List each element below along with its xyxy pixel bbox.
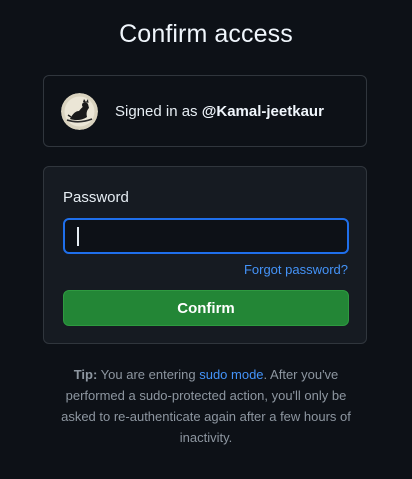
avatar xyxy=(61,92,98,130)
password-input[interactable] xyxy=(63,218,349,254)
page-title: Confirm access xyxy=(119,20,293,48)
tip-label: Tip: xyxy=(73,367,98,382)
username: @Kamal-jeetkaur xyxy=(201,102,324,120)
signed-in-card: Signed in as @Kamal-jeetkaur xyxy=(43,75,367,147)
signed-in-text: Signed in as @Kamal-jeetkaur xyxy=(115,103,324,120)
avatar-icon xyxy=(61,92,98,130)
password-form: Password Forgot password? Confirm xyxy=(43,166,367,344)
forgot-password-link[interactable]: Forgot password? xyxy=(244,262,348,277)
password-label: Password xyxy=(63,189,129,206)
text-caret xyxy=(77,227,79,246)
signed-in-prefix: Signed in as xyxy=(115,102,202,120)
sudo-mode-link[interactable]: sudo mode xyxy=(199,367,263,382)
tip-text-before: You are entering xyxy=(97,367,200,382)
sudo-tip: Tip: You are entering sudo mode. After y… xyxy=(55,364,357,448)
confirm-access-page: Confirm access Signed in as @Kamal-jeetk… xyxy=(0,0,412,479)
confirm-button[interactable]: Confirm xyxy=(63,290,349,326)
